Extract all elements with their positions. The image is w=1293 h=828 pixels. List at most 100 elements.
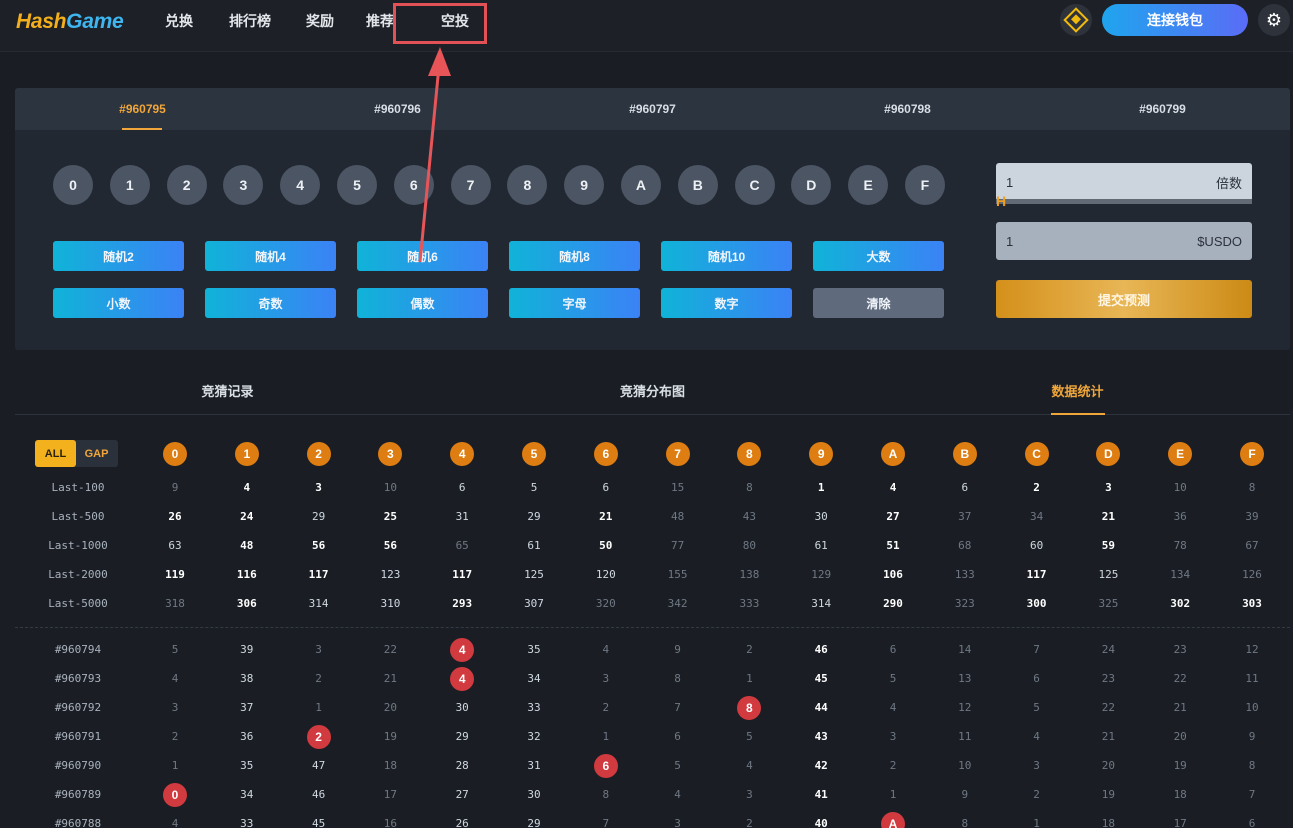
history-row-label: #960788 — [54, 817, 102, 828]
gap-cell: 11 — [958, 730, 972, 743]
multiplier-slider-track[interactable] — [996, 199, 1252, 204]
mode-gap-button[interactable]: GAP — [76, 440, 117, 467]
nav-leaderboard[interactable]: 排行榜 — [214, 0, 286, 42]
summary-cell: 59 — [1101, 539, 1116, 552]
digit-ball-7[interactable]: 7 — [450, 165, 491, 205]
gap-cell: 39 — [240, 643, 254, 656]
history-row-label: #960791 — [54, 730, 102, 743]
gap-cell: 3 — [889, 730, 897, 743]
submit-prediction-button[interactable]: 提交预测 — [996, 280, 1252, 318]
round-tab[interactable]: #960798 — [780, 88, 1035, 130]
logo[interactable]: HashGame — [16, 10, 124, 34]
multiplier-slider-handle[interactable]: H — [996, 194, 1010, 208]
quick-select-button[interactable]: 随机8 — [509, 241, 640, 271]
quick-select-button[interactable]: 随机2 — [53, 241, 184, 271]
summary-cell: 67 — [1245, 539, 1259, 552]
summary-cell: 56 — [383, 539, 398, 552]
summary-cell: 65 — [455, 539, 469, 552]
round-tab[interactable]: #960795 — [15, 88, 270, 130]
result-hit-badge: 6 — [593, 754, 618, 778]
gap-cell: 9 — [1248, 730, 1256, 743]
quick-select-button[interactable]: 随机6 — [357, 241, 488, 271]
quick-select-button[interactable]: 字母 — [509, 288, 640, 318]
digit-ball-0[interactable]: 0 — [53, 165, 93, 205]
gap-cell: 2 — [602, 701, 610, 714]
result-hit-badge: 2 — [306, 725, 331, 749]
gap-cell: 21 — [1173, 701, 1187, 714]
quick-select-button[interactable]: 数字 — [661, 288, 792, 318]
summary-cell: 31 — [455, 510, 469, 523]
digit-ball-5[interactable]: 5 — [336, 165, 377, 205]
tab-guess-distribution[interactable]: 竞猜分布图 — [440, 370, 865, 414]
history-row-label: #960790 — [54, 759, 102, 772]
summary-cell: 2 — [1033, 481, 1040, 494]
multiplier-value[interactable]: 1 — [1006, 175, 1013, 190]
amount-value[interactable]: 1 — [1006, 234, 1013, 249]
tab-guess-history[interactable]: 竞猜记录 — [15, 370, 440, 414]
quick-select-button[interactable]: 奇数 — [205, 288, 336, 318]
gap-cell: 27 — [455, 788, 469, 801]
digit-ball-f[interactable]: F — [904, 165, 945, 205]
gap-cell: 4 — [171, 817, 179, 828]
gap-cell: 6 — [674, 730, 681, 743]
gap-cell: 3 — [746, 788, 753, 801]
digit-selector: 0123456789ABCDEF — [53, 165, 962, 205]
summary-cell: 300 — [1026, 597, 1047, 610]
nav-exchange[interactable]: 兑换 — [150, 0, 208, 42]
column-header-1: 1 — [234, 442, 259, 466]
column-header-4: 4 — [450, 442, 475, 466]
quick-select-button[interactable]: 随机4 — [205, 241, 336, 271]
round-tab[interactable]: #960796 — [270, 88, 525, 130]
digit-ball-d[interactable]: D — [791, 165, 832, 205]
summary-row-label: Last-100 — [51, 481, 105, 494]
summary-cell: 120 — [595, 568, 616, 581]
summary-cell: 9 — [171, 481, 179, 494]
digit-ball-e[interactable]: E — [848, 165, 889, 205]
digit-ball-3[interactable]: 3 — [223, 165, 264, 205]
digit-ball-b[interactable]: B — [677, 165, 718, 205]
connect-wallet-button[interactable]: 连接钱包 — [1102, 4, 1248, 36]
gap-cell: 38 — [240, 672, 254, 685]
summary-cell: 78 — [1173, 539, 1187, 552]
column-header-b: B — [952, 442, 977, 466]
column-header-3: 3 — [378, 442, 403, 466]
digit-ball-4[interactable]: 4 — [280, 165, 321, 205]
tab-data-statistics[interactable]: 数据统计 — [865, 370, 1290, 415]
amount-field[interactable]: 1 $USDO — [996, 222, 1252, 260]
digit-ball-9[interactable]: 9 — [564, 165, 605, 205]
digit-ball-6[interactable]: 6 — [393, 165, 434, 205]
summary-cell: 119 — [165, 568, 185, 581]
multiplier-field[interactable]: 1 倍数 — [996, 163, 1252, 201]
digit-ball-a[interactable]: A — [620, 165, 661, 205]
gap-cell: 37 — [240, 701, 254, 714]
digit-ball-2[interactable]: 2 — [166, 165, 207, 205]
digit-ball-c[interactable]: C — [734, 165, 775, 205]
quick-select-button[interactable]: 大数 — [813, 241, 944, 271]
gap-cell: 8 — [961, 817, 969, 828]
settings-gear-icon[interactable]: ⚙ — [1258, 4, 1290, 36]
quick-select-button[interactable]: 偶数 — [357, 288, 488, 318]
gap-cell: 30 — [455, 701, 469, 714]
gap-cell: 35 — [527, 643, 541, 656]
gap-cell: 34 — [527, 672, 541, 685]
digit-ball-1[interactable]: 1 — [109, 165, 150, 205]
nav-rewards[interactable]: 奖励 — [294, 0, 346, 42]
bnb-chain-icon[interactable] — [1060, 4, 1092, 36]
round-tab[interactable]: #960799 — [1035, 88, 1290, 130]
gap-cell: 1 — [171, 759, 179, 772]
digit-ball-8[interactable]: 8 — [507, 165, 548, 205]
gap-cell: 3 — [315, 643, 322, 656]
gap-cell: 1 — [746, 672, 753, 685]
gap-cell: 4 — [171, 672, 179, 685]
quick-select-button[interactable]: 随机10 — [661, 241, 792, 271]
summary-cell: 6 — [602, 481, 610, 494]
round-tab[interactable]: #960797 — [525, 88, 780, 130]
gap-cell: 4 — [746, 759, 753, 772]
gap-cell: 47 — [311, 759, 326, 772]
clear-button[interactable]: 清除 — [813, 288, 944, 318]
result-hit-badge: 8 — [737, 696, 762, 720]
gap-cell: 45 — [814, 672, 828, 685]
quick-select-button[interactable]: 小数 — [53, 288, 184, 318]
mode-all-button[interactable]: ALL — [35, 440, 76, 467]
gap-cell: 4 — [889, 701, 897, 714]
